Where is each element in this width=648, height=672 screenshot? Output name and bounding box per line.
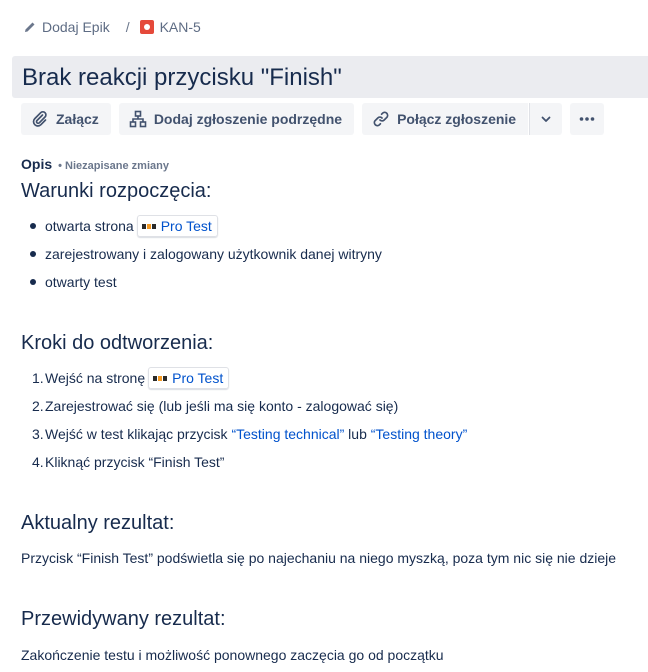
list-item-text: Zarejestrować się (lub jeśli ma się kont…	[45, 398, 399, 414]
list-item-text: zarejestrowany i zalogowany użytkownik d…	[45, 246, 382, 262]
bug-icon	[139, 20, 154, 34]
hierarchy-icon	[129, 110, 147, 128]
link-issue-label: Połącz zgłoszenie	[397, 111, 517, 127]
breadcrumb: Dodaj Epik / KAN-5	[24, 17, 201, 37]
pro-test-link-card[interactable]: Pro Test	[148, 367, 230, 389]
add-child-issue-button[interactable]: Dodaj zgłoszenie podrzędne	[118, 103, 355, 135]
list-item: Wejść na stronę Pro Test	[45, 367, 230, 389]
step-number: 1.	[32, 370, 44, 386]
testing-theory-link[interactable]: “Testing theory”	[371, 426, 467, 442]
list-item-text: Wejść w test klikając przycisk	[45, 426, 232, 442]
site-favicon-icon	[141, 222, 156, 230]
more-icon	[579, 117, 595, 121]
add-child-label: Dodaj zgłoszenie podrzędne	[153, 111, 343, 127]
list-item-text: Wejść na stronę	[45, 370, 146, 386]
list-item: Kliknąć przycisk “Finish Test”	[45, 452, 224, 472]
list-item: Zarejestrować się (lub jeśli ma się kont…	[45, 396, 398, 416]
list-item-text: otwarty test	[45, 274, 117, 290]
pro-test-link[interactable]: Pro Test	[172, 370, 223, 386]
list-item: Wejść w test klikając przycisk “Testing …	[45, 424, 467, 444]
site-favicon-icon	[153, 374, 168, 382]
list-item-text: otwarta strona	[45, 218, 134, 234]
list-bullet	[30, 279, 36, 285]
list-item-text: Kliknąć przycisk “Finish Test”	[45, 454, 225, 470]
issue-title[interactable]: Brak reakcji przycisku "Finish"	[22, 64, 342, 92]
attach-label: Załącz	[56, 111, 99, 127]
breadcrumb-separator: /	[125, 19, 130, 35]
issue-key: KAN-5	[159, 19, 201, 35]
link-issue-dropdown[interactable]	[529, 103, 563, 135]
actual-result-text: Przycisk “Finish Test” podświetla się po…	[21, 550, 617, 566]
issue-toolbar: Załącz Dodaj zgłoszenie podrzędne Połącz…	[21, 103, 605, 135]
list-item: otwarta strona Pro Test	[45, 215, 218, 237]
unsaved-changes-indicator: • Niezapisane zmiany	[58, 160, 169, 172]
chevron-down-icon	[541, 116, 551, 122]
link-issue-button[interactable]: Połącz zgłoszenie	[362, 103, 529, 135]
list-item: zarejestrowany i zalogowany użytkownik d…	[45, 244, 382, 264]
pencil-icon	[25, 22, 35, 32]
expected-result-text: Zakończenie testu i możliwość ponownego …	[21, 647, 444, 663]
expected-result-heading: Przewidywany rezultat:	[21, 608, 226, 630]
list-bullet	[30, 251, 36, 257]
issue-key-link[interactable]: KAN-5	[139, 19, 201, 35]
step-number: 4.	[32, 454, 44, 470]
attach-button[interactable]: Załącz	[21, 103, 111, 135]
testing-technical-link[interactable]: “Testing technical”	[231, 426, 344, 442]
pro-test-link[interactable]: Pro Test	[161, 218, 212, 234]
steps-heading: Kroki do odtworzenia:	[21, 332, 214, 354]
link-icon	[373, 111, 389, 127]
actual-result-heading: Aktualny rezultat:	[21, 512, 175, 534]
step-number: 3.	[32, 426, 44, 442]
list-item-text: lub	[344, 426, 371, 442]
list-item: otwarty test	[45, 272, 117, 292]
list-bullet	[30, 223, 36, 229]
description-header: Opis • Niezapisane zmiany	[21, 156, 169, 172]
description-label: Opis	[21, 156, 53, 172]
more-actions-button[interactable]	[570, 103, 605, 135]
paperclip-icon	[32, 110, 47, 127]
add-epic-link[interactable]: Dodaj Epik	[24, 19, 110, 35]
add-epic-label: Dodaj Epik	[42, 19, 110, 35]
step-number: 2.	[32, 398, 44, 414]
preconditions-heading: Warunki rozpoczęcia:	[21, 180, 212, 202]
pro-test-link-card[interactable]: Pro Test	[136, 215, 218, 237]
